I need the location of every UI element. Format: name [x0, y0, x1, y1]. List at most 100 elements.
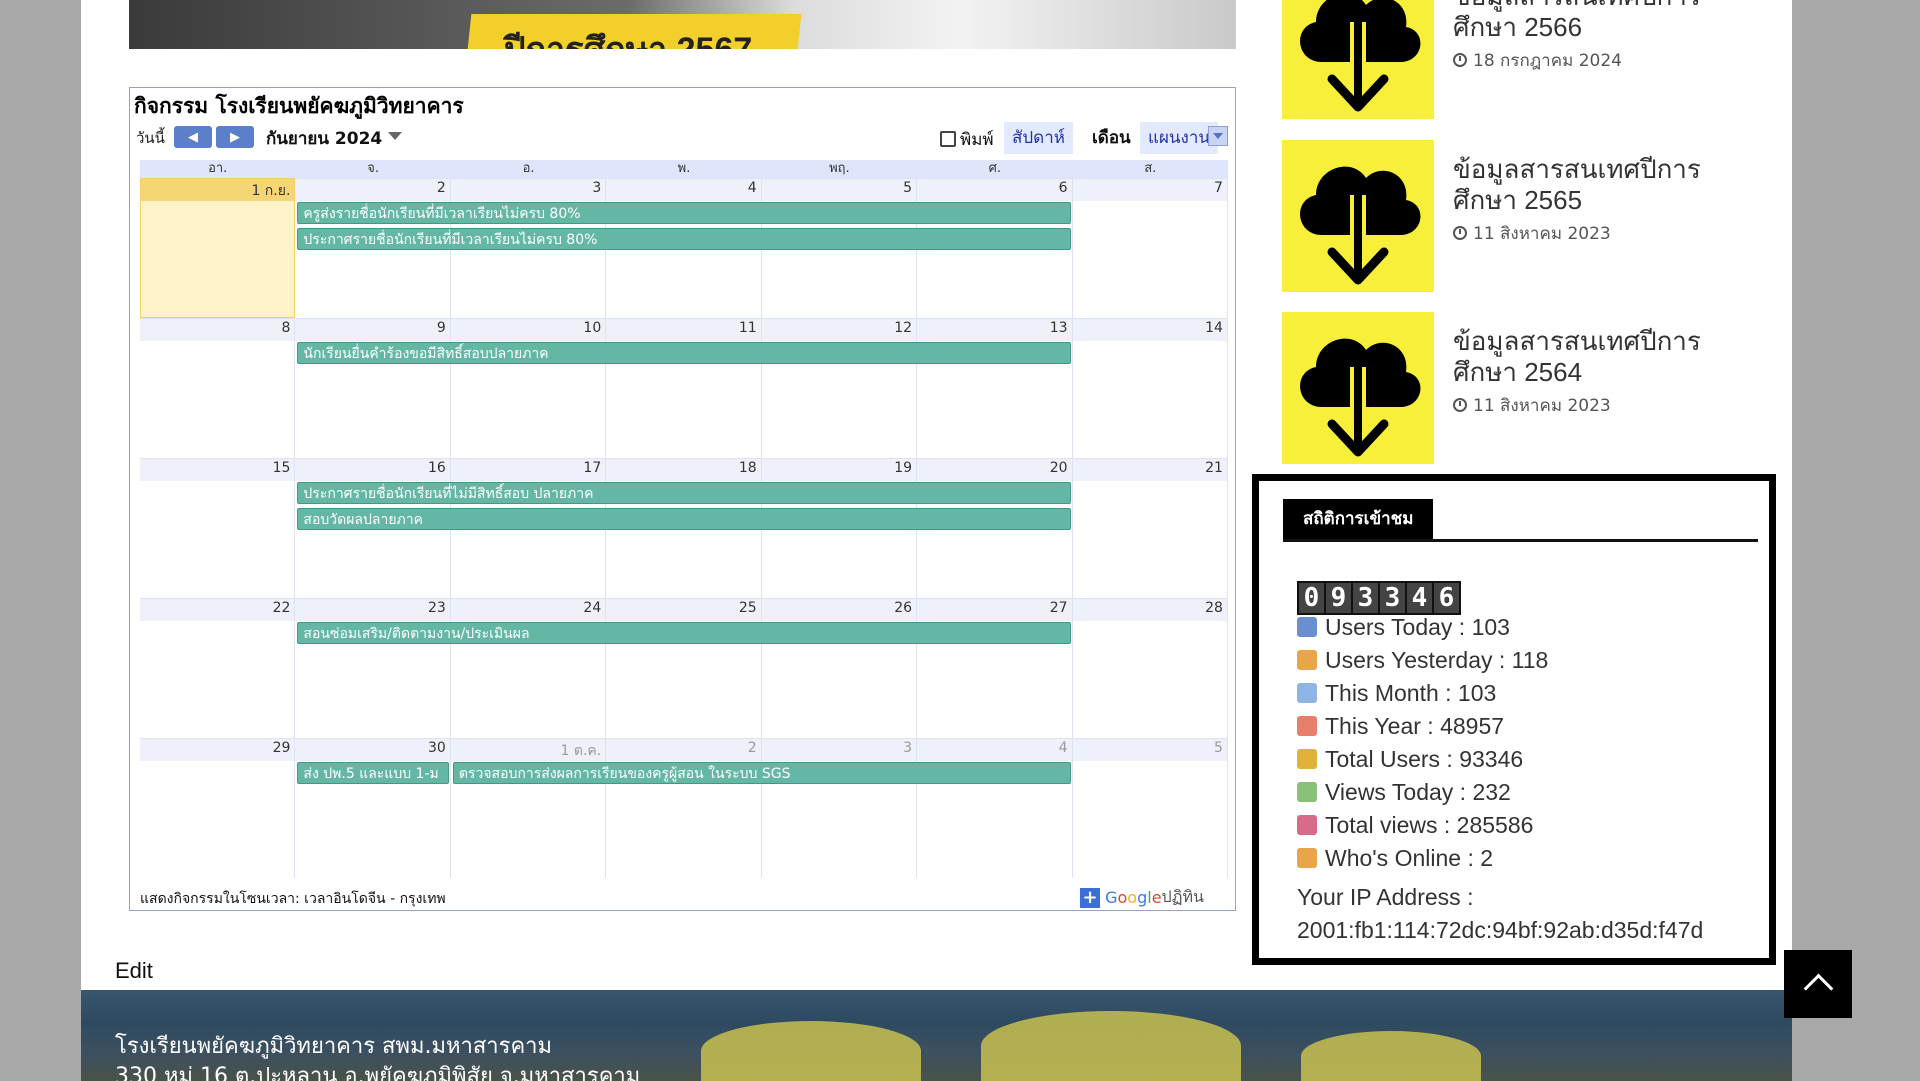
calendar-event[interactable]: ครูส่งรายชื่อนักเรียนที่มีเวลาเรียนไม่คร… — [297, 202, 1071, 224]
day-cell[interactable]: 25 — [606, 598, 762, 738]
counter-digit: 4 — [1407, 583, 1432, 613]
tab-week[interactable]: สัปดาห์ — [1004, 122, 1073, 154]
cloud-download-icon[interactable] — [1282, 140, 1434, 292]
download-title[interactable]: ข้อมูลสารสนเทศปีการศึกษา 2565 — [1453, 154, 1762, 216]
day-cell[interactable]: 22 — [140, 598, 296, 738]
month-dropdown-icon[interactable] — [388, 132, 402, 140]
weekday-label: อ. — [522, 161, 535, 176]
day-number-bar — [295, 459, 450, 481]
day-number: 18 — [738, 460, 757, 476]
calendar-event[interactable]: ประกาศรายชื่อนักเรียนที่มีเวลาเรียนไม่คร… — [297, 228, 1071, 250]
day-number-bar — [295, 739, 450, 761]
day-cell[interactable]: 2 — [606, 738, 762, 878]
day-cell[interactable]: 12 — [761, 318, 918, 458]
cloud-download-graphic — [1300, 166, 1421, 285]
day-cell[interactable]: 30 — [295, 738, 451, 878]
day-number: 3 — [903, 740, 913, 756]
stat-line: Who's Online : 2 — [1297, 845, 1493, 872]
calendar-toolbar: วันนี้ ◀ ▶ กันยายน 2024 พิมพ์ สัปดาห์ เด… — [130, 122, 1235, 154]
day-cell[interactable]: 23 — [295, 598, 451, 738]
day-number: 12 — [894, 320, 913, 336]
day-cell[interactable]: 8 — [140, 318, 296, 458]
weekday-label: พฤ. — [829, 161, 850, 176]
bar-chart-multi-icon — [1297, 815, 1317, 835]
day-cell[interactable]: 29 — [140, 738, 296, 878]
stat-line: This Year : 48957 — [1297, 713, 1504, 740]
day-cell[interactable]: 11 — [606, 318, 762, 458]
day-number: 30 — [427, 740, 446, 756]
download-date: 11 สิงหาคม 2023 — [1453, 392, 1611, 419]
bar-chart-icon — [1297, 749, 1317, 769]
day-number: 1 ต.ค. — [560, 743, 602, 759]
day-cell[interactable]: 1 ต.ค. — [450, 738, 607, 878]
day-number: 2 — [436, 180, 446, 196]
day-number-bar — [761, 739, 917, 761]
day-number-bar — [606, 599, 761, 621]
calendar-event[interactable]: ประกาศรายชื่อนักเรียนที่ไม่มีสิทธิ์สอบ ป… — [297, 482, 1071, 504]
today-button[interactable]: วันนี้ — [136, 126, 165, 150]
day-number: 9 — [436, 320, 446, 336]
tab-agenda[interactable]: แผนงาน — [1140, 122, 1219, 154]
day-cell[interactable]: 28 — [1072, 598, 1228, 738]
counter-digit: 9 — [1326, 583, 1351, 613]
day-number: 11 — [738, 320, 757, 336]
download-title[interactable]: ข้อมูลสารสนเทศปีการศึกษา 2566 — [1453, 0, 1762, 43]
day-number-bar — [606, 739, 761, 761]
plus-icon: + — [1080, 887, 1100, 908]
weekday-label: พ. — [677, 161, 691, 176]
print-button[interactable]: พิมพ์ — [940, 126, 994, 153]
calendar-event[interactable]: สอบวัดผลปลายภาค — [297, 508, 1071, 530]
day-cell[interactable]: 1 ก.ย. — [140, 178, 296, 318]
calendar-event[interactable]: สอนซ่อมเสริม/ติดตามงาน/ประเมินผล — [297, 622, 1071, 644]
banner-image[interactable]: ปีการศึกษา 2567 — [129, 0, 1236, 49]
tab-month[interactable]: เดือน — [1084, 122, 1139, 154]
day-cell[interactable]: 21 — [1072, 458, 1228, 598]
download-item: ข้อมูลสารสนเทศปีการศึกษา 2565 11 สิงหาคม … — [1282, 140, 1762, 292]
view-dropdown-icon[interactable] — [1208, 126, 1228, 146]
weekday-label: ส. — [1144, 161, 1157, 176]
day-cell[interactable]: 26 — [761, 598, 918, 738]
day-number: 4 — [1058, 740, 1068, 756]
cloud-download-icon[interactable] — [1282, 312, 1434, 464]
add-to-google-calendar-button[interactable]: + Googleปฏิทิน — [1080, 885, 1204, 910]
next-month-button[interactable]: ▶ — [216, 126, 254, 148]
cloud-download-icon[interactable] — [1282, 0, 1434, 119]
day-number: 4 — [747, 180, 757, 196]
prev-month-button[interactable]: ◀ — [174, 126, 212, 148]
day-number: 19 — [894, 460, 913, 476]
day-number: 22 — [272, 600, 291, 616]
day-cell[interactable]: 13 — [917, 318, 1073, 458]
stat-text: Users Today : 103 — [1325, 614, 1510, 640]
day-cell[interactable]: 4 — [917, 738, 1073, 878]
ip-address-block: Your IP Address : 2001:fb1:114:72dc:94bf… — [1297, 881, 1703, 947]
calendar-event[interactable]: ส่ง ปพ.5 และแบบ 1-ม — [297, 762, 449, 784]
day-cell[interactable]: 3 — [761, 738, 918, 878]
stat-text: Total views : 285586 — [1325, 812, 1534, 838]
day-number-bar — [450, 459, 606, 481]
day-number-bar — [606, 459, 761, 481]
day-number-bar — [140, 739, 295, 761]
day-cell[interactable]: 27 — [917, 598, 1073, 738]
day-cell[interactable]: 15 — [140, 458, 296, 598]
day-cell[interactable]: 24 — [450, 598, 607, 738]
counter-digit: 3 — [1353, 583, 1378, 613]
day-cell[interactable]: 5 — [1072, 738, 1228, 878]
calendar-event[interactable]: ตรวจสอบการส่งผลการเรียนของครูผู้สอน ในระ… — [452, 762, 1071, 784]
day-cell[interactable]: 7 — [1072, 178, 1228, 318]
day-cell[interactable]: 9 — [295, 318, 451, 458]
edit-link[interactable]: Edit — [115, 958, 153, 984]
day-number-bar — [917, 599, 1072, 621]
weekday-label: ศ. — [988, 161, 1002, 176]
calendar-event[interactable]: นักเรียนยื่นคำร้องขอมีสิทธิ์สอบปลายภาค — [297, 342, 1071, 364]
day-cell[interactable]: 10 — [450, 318, 607, 458]
day-cell[interactable]: 14 — [1072, 318, 1228, 458]
week-row: 22 23 24 25 26 27 28 สอนซ่อมเสริม/ติดตามงาน/ประ… — [140, 598, 1228, 738]
week-row: 15 16 17 18 19 20 21 ประกาศรายชื่อนักเรียนที่ไม… — [140, 458, 1228, 598]
download-title[interactable]: ข้อมูลสารสนเทศปีการศึกษา 2564 — [1453, 326, 1762, 388]
day-number-bar — [295, 179, 450, 201]
weekday-label: อา. — [208, 161, 228, 176]
calendar-month-icon — [1297, 683, 1317, 703]
footer-background-tree — [701, 1021, 921, 1081]
back-to-top-button[interactable] — [1784, 950, 1852, 1018]
day-number-bar — [761, 319, 917, 341]
